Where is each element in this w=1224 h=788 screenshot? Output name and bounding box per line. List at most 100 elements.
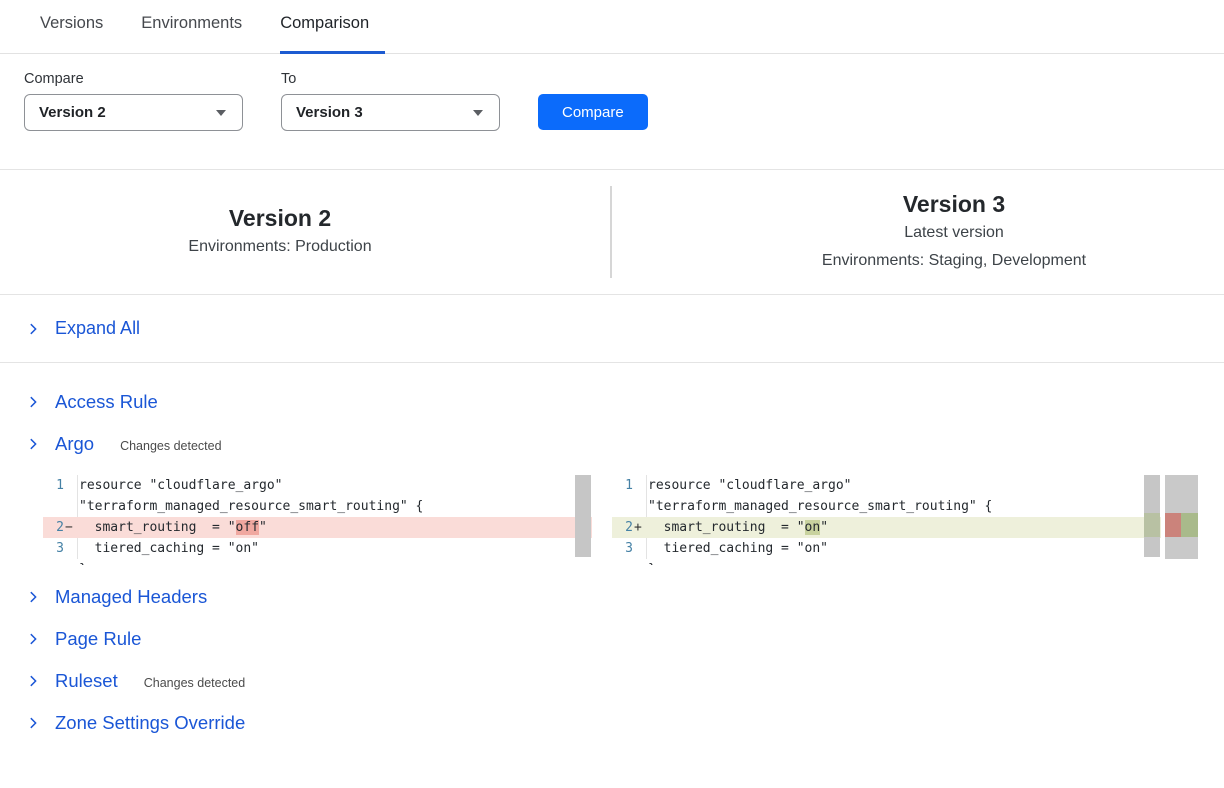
- compare-field: Compare Version 2: [24, 71, 243, 131]
- section-label[interactable]: Zone Settings Override: [55, 712, 245, 734]
- right-version-subtitle: Latest version: [684, 219, 1224, 247]
- chevron-right-icon: [26, 716, 40, 730]
- code-line-removed: 2− smart_routing = "off": [43, 517, 592, 538]
- section-label[interactable]: Argo: [55, 433, 94, 455]
- chevron-right-icon: [26, 674, 40, 688]
- line-number: [612, 559, 633, 565]
- right-version-title: Version 3: [684, 189, 1224, 219]
- line-number: [43, 496, 64, 517]
- code-text: tiered_caching = "on": [646, 538, 828, 559]
- line-number: 3: [612, 538, 633, 559]
- tab-comparison[interactable]: Comparison: [280, 14, 385, 53]
- chevron-right-icon: [26, 322, 40, 336]
- code-line: 3 tiered_caching = "on": [43, 538, 592, 559]
- left-version-environments: Environments: Production: [0, 233, 560, 261]
- section-label[interactable]: Ruleset: [55, 670, 118, 692]
- line-number: 2: [43, 517, 64, 538]
- section-page-rule[interactable]: Page Rule: [0, 625, 1224, 653]
- compare-from-select[interactable]: Version 2: [24, 94, 243, 131]
- code-line: 1 resource "cloudflare_argo": [612, 475, 1161, 496]
- minimap-added-marker: [1181, 513, 1198, 537]
- code-text: tiered_caching = "on": [77, 538, 259, 559]
- diff-sign: [633, 496, 646, 517]
- tab-bar: Versions Environments Comparison: [0, 0, 1224, 54]
- line-number: 3: [43, 538, 64, 559]
- version-header-right: Version 3 Latest version Environments: S…: [610, 189, 1224, 275]
- diff-sign: [64, 538, 77, 559]
- code-line: 1 resource "cloudflare_argo": [43, 475, 592, 496]
- diff-panel-right: 1 resource "cloudflare_argo" "terraform_m…: [612, 475, 1161, 565]
- section-label[interactable]: Managed Headers: [55, 586, 207, 608]
- right-panel-scrollbar[interactable]: [1144, 475, 1160, 557]
- compare-form: Compare Version 2 To Version 3 Compare: [0, 54, 1224, 131]
- section-label[interactable]: Access Rule: [55, 391, 158, 413]
- compare-to-value: Version 3: [296, 104, 363, 121]
- code-text: "terraform_managed_resource_smart_routin…: [646, 496, 992, 517]
- line-number: 1: [43, 475, 64, 496]
- version-header-left: Version 2 Environments: Production: [0, 203, 610, 261]
- to-label: To: [281, 71, 500, 87]
- diff-sign: [64, 559, 77, 565]
- diff-minimap[interactable]: [1165, 475, 1198, 559]
- panel-gap: [592, 475, 612, 565]
- chevron-right-icon: [26, 632, 40, 646]
- section-ruleset[interactable]: Ruleset Changes detected: [0, 667, 1224, 695]
- compare-label: Compare: [24, 71, 243, 87]
- section-label[interactable]: Page Rule: [55, 628, 141, 650]
- minimap-change-band: [1165, 513, 1198, 537]
- expand-all-label[interactable]: Expand All: [55, 318, 140, 339]
- code-line: "terraform_managed_resource_smart_routin…: [43, 496, 592, 517]
- compare-button[interactable]: Compare: [538, 94, 648, 130]
- diff-sign: +: [633, 517, 646, 538]
- chevron-down-icon: [216, 110, 226, 116]
- version-headers: Version 2 Environments: Production Versi…: [0, 170, 1224, 294]
- diff-sign: −: [64, 517, 77, 538]
- code-line: }: [612, 559, 1161, 565]
- code-text: smart_routing = "off": [77, 517, 267, 538]
- left-panel-scrollbar[interactable]: [575, 475, 591, 557]
- argo-diff-viewer: 1 resource "cloudflare_argo" "terraform_m…: [43, 475, 1224, 565]
- line-number: [43, 559, 64, 565]
- vertical-divider: [610, 186, 612, 278]
- scrollbar-change-tint: [1144, 513, 1160, 537]
- code-line-added: 2+ smart_routing = "on": [612, 517, 1161, 538]
- compare-to-select[interactable]: Version 3: [281, 94, 500, 131]
- left-version-title: Version 2: [0, 203, 560, 233]
- code-text: }: [646, 559, 656, 565]
- code-text: resource "cloudflare_argo": [646, 475, 852, 496]
- minimap-removed-marker: [1165, 513, 1181, 537]
- section-managed-headers[interactable]: Managed Headers: [0, 583, 1224, 611]
- resource-sections: Access Rule Argo Changes detected 1 resou…: [0, 363, 1224, 737]
- tab-environments[interactable]: Environments: [141, 14, 242, 53]
- compare-from-value: Version 2: [39, 104, 106, 121]
- code-text: smart_routing = "on": [646, 517, 828, 538]
- code-text: "terraform_managed_resource_smart_routin…: [77, 496, 423, 517]
- line-number: 1: [612, 475, 633, 496]
- line-number: [612, 496, 633, 517]
- expand-all-row[interactable]: Expand All: [0, 295, 1224, 362]
- section-access-rule[interactable]: Access Rule: [0, 388, 1224, 416]
- chevron-right-icon: [26, 590, 40, 604]
- section-argo[interactable]: Argo Changes detected: [0, 430, 1224, 458]
- chevron-right-icon: [26, 395, 40, 409]
- tab-versions[interactable]: Versions: [40, 14, 103, 53]
- code-text: }: [77, 559, 87, 565]
- to-field: To Version 3: [281, 71, 500, 131]
- code-text: resource "cloudflare_argo": [77, 475, 283, 496]
- right-version-environments: Environments: Staging, Development: [684, 247, 1224, 275]
- code-line: 3 tiered_caching = "on": [612, 538, 1161, 559]
- chevron-down-icon: [473, 110, 483, 116]
- changes-detected-badge: Changes detected: [144, 676, 245, 690]
- diff-sign: [633, 538, 646, 559]
- line-number: 2: [612, 517, 633, 538]
- section-zone-settings-override[interactable]: Zone Settings Override: [0, 709, 1224, 737]
- code-line: }: [43, 559, 592, 565]
- diff-sign: [633, 559, 646, 565]
- diff-sign: [633, 475, 646, 496]
- diff-sign: [64, 496, 77, 517]
- chevron-right-icon: [26, 437, 40, 451]
- diff-sign: [64, 475, 77, 496]
- code-line: "terraform_managed_resource_smart_routin…: [612, 496, 1161, 517]
- diff-panel-left: 1 resource "cloudflare_argo" "terraform_m…: [43, 475, 592, 565]
- changes-detected-badge: Changes detected: [120, 439, 221, 453]
